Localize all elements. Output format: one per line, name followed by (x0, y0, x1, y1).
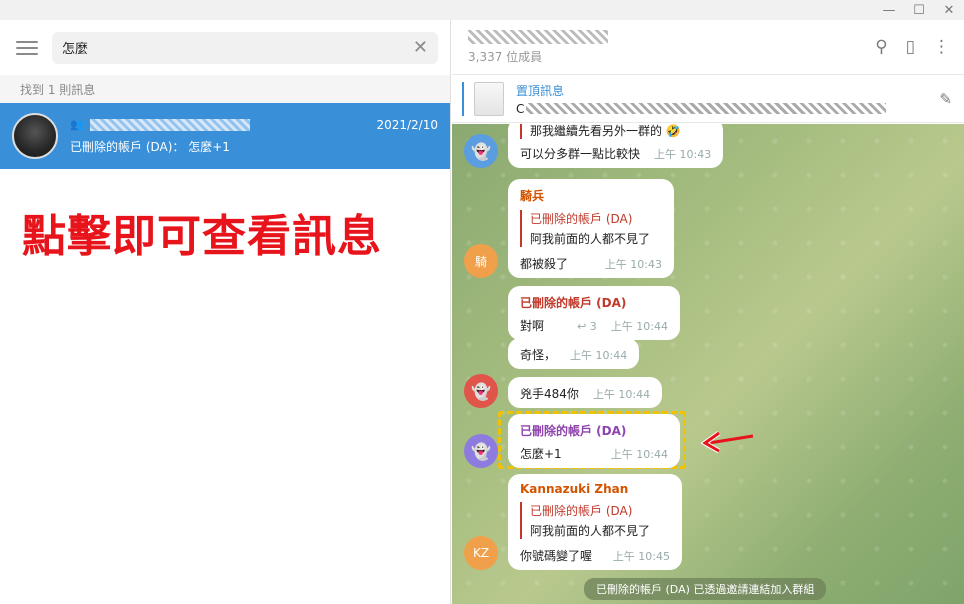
message-text: 怎麼+1 (520, 447, 562, 461)
avatar: 騎 (464, 244, 498, 278)
reply-sender: 已刪除的帳戶 (DA) (530, 212, 633, 226)
member-count: 3,337 位成員 (468, 49, 543, 64)
emoji: 🤣 (665, 124, 681, 138)
sender-name[interactable]: 騎兵 (520, 187, 662, 204)
message[interactable]: 👻 已刪除的帳戶 (DA) 怎麼+1 上午 10:44 (464, 414, 680, 468)
pinned-title: 置頂訊息 (516, 83, 565, 98)
ghost-icon: 👻 (471, 141, 491, 161)
more-icon[interactable]: ⋮ (933, 37, 950, 57)
message[interactable]: 奇怪， 上午 10:44 (508, 338, 640, 369)
reply-sender: 已刪除的帳戶 (DA) (530, 504, 633, 518)
maximize-button[interactable]: ☐ (904, 0, 934, 20)
message[interactable]: 騎 騎兵 已刪除的帳戶 (DA) 阿我前面的人都不見了 都被殺了 上午 10:43 (464, 179, 674, 278)
pinned-message-bar[interactable]: 置頂訊息 C ✎ (452, 75, 964, 123)
unpin-icon[interactable]: ✎ (939, 90, 952, 108)
result-date: 2021/2/10 (376, 117, 438, 132)
window-titlebar: — ☐ ✕ (0, 0, 964, 20)
blurred-chat-name (89, 118, 250, 131)
search-result-item[interactable]: 👥 2021/2/10 已刪除的帳戶 (DA)： 怎麼+1 (0, 103, 450, 169)
avatar: 👻 (464, 374, 498, 408)
result-count: 找到 1 則訊息 (0, 75, 450, 103)
red-arrow-icon (700, 430, 754, 453)
ghost-icon: 👻 (471, 441, 491, 461)
message-text: 兇手484你 (520, 387, 579, 401)
message-time: 上午 10:44 (592, 388, 651, 401)
pinned-thumbnail (474, 81, 504, 116)
annotation-text: 點擊即可查看訊息 (22, 211, 382, 262)
search-input[interactable] (62, 40, 413, 55)
avatar: 👻 (464, 134, 498, 168)
reply-text: 阿我前面的人都不見了 (530, 232, 651, 246)
blurred-pinned-text (526, 103, 887, 114)
chat-pane: 3,337 位成員 ⚲ ▯ ⋮ 置頂訊息 C ✎ 👻 那我繼續先看另外一群的 🤣… (452, 20, 964, 604)
message-text: 你號碼變了喔 (520, 549, 593, 563)
avatar: KZ (464, 536, 498, 570)
message-text: 對啊 (520, 319, 545, 333)
message-time: 上午 10:44 (570, 349, 628, 362)
ghost-icon: 👻 (471, 381, 491, 401)
message[interactable]: KZ Kannazuki Zhan 已刪除的帳戶 (DA) 阿我前面的人都不見了 … (464, 474, 682, 570)
message-time: 上午 10:45 (612, 550, 670, 563)
reply-text: 阿我前面的人都不見了 (530, 524, 651, 538)
group-icon: 👥 (70, 118, 84, 131)
message-text: 奇怪， (520, 348, 557, 362)
service-message: 已刪除的帳戶 (DA) 已透過邀請連結加入群組 (584, 578, 827, 600)
minimize-button[interactable]: — (874, 0, 904, 20)
message-time: 上午 10:44 (610, 448, 668, 461)
result-preview: 已刪除的帳戶 (DA)： 怎麼+1 (70, 140, 230, 154)
avatar (12, 113, 58, 159)
chat-header: 3,337 位成員 ⚲ ▯ ⋮ (452, 20, 964, 75)
message-text: 可以分多群一點比較快 (520, 147, 641, 161)
avatar: 👻 (464, 434, 498, 468)
reply-text: 那我繼續先看另外一群的 (530, 124, 663, 138)
message[interactable]: 已刪除的帳戶 (DA) 對啊 ↩ 3 上午 10:44 (508, 286, 680, 340)
menu-icon[interactable] (16, 40, 38, 55)
close-button[interactable]: ✕ (934, 0, 964, 20)
sidebar-toggle-icon[interactable]: ▯ (906, 37, 915, 57)
blurred-chat-title[interactable] (468, 29, 608, 44)
search-icon[interactable]: ⚲ (875, 37, 887, 57)
search-pane: ✕ 找到 1 則訊息 👥 2021/2/10 已刪除的帳戶 (DA)： 怎麼+1… (0, 20, 451, 604)
message[interactable]: 👻 那我繼續先看另外一群的 🤣 可以分多群一點比較快 上午 10:43 (464, 124, 724, 168)
message-time: 上午 10:44 (610, 320, 668, 333)
sender-name[interactable]: 已刪除的帳戶 (DA) (520, 294, 668, 311)
sender-name[interactable]: 已刪除的帳戶 (DA) (520, 422, 668, 439)
reply-count[interactable]: ↩ 3 (577, 320, 597, 333)
message-time: 上午 10:43 (604, 258, 662, 271)
search-bar: ✕ (0, 20, 450, 75)
message-list: 👻 那我繼續先看另外一群的 🤣 可以分多群一點比較快 上午 10:43 騎 騎兵 … (452, 124, 964, 604)
message-time: 上午 10:43 (654, 148, 712, 161)
message[interactable]: 👻 兇手484你 上午 10:44 (464, 374, 663, 408)
sender-name[interactable]: Kannazuki Zhan (520, 482, 670, 496)
search-box[interactable]: ✕ (52, 31, 438, 64)
pinned-preview: C (516, 101, 525, 116)
message-text: 都被殺了 (520, 257, 569, 271)
clear-search-icon[interactable]: ✕ (413, 38, 428, 57)
